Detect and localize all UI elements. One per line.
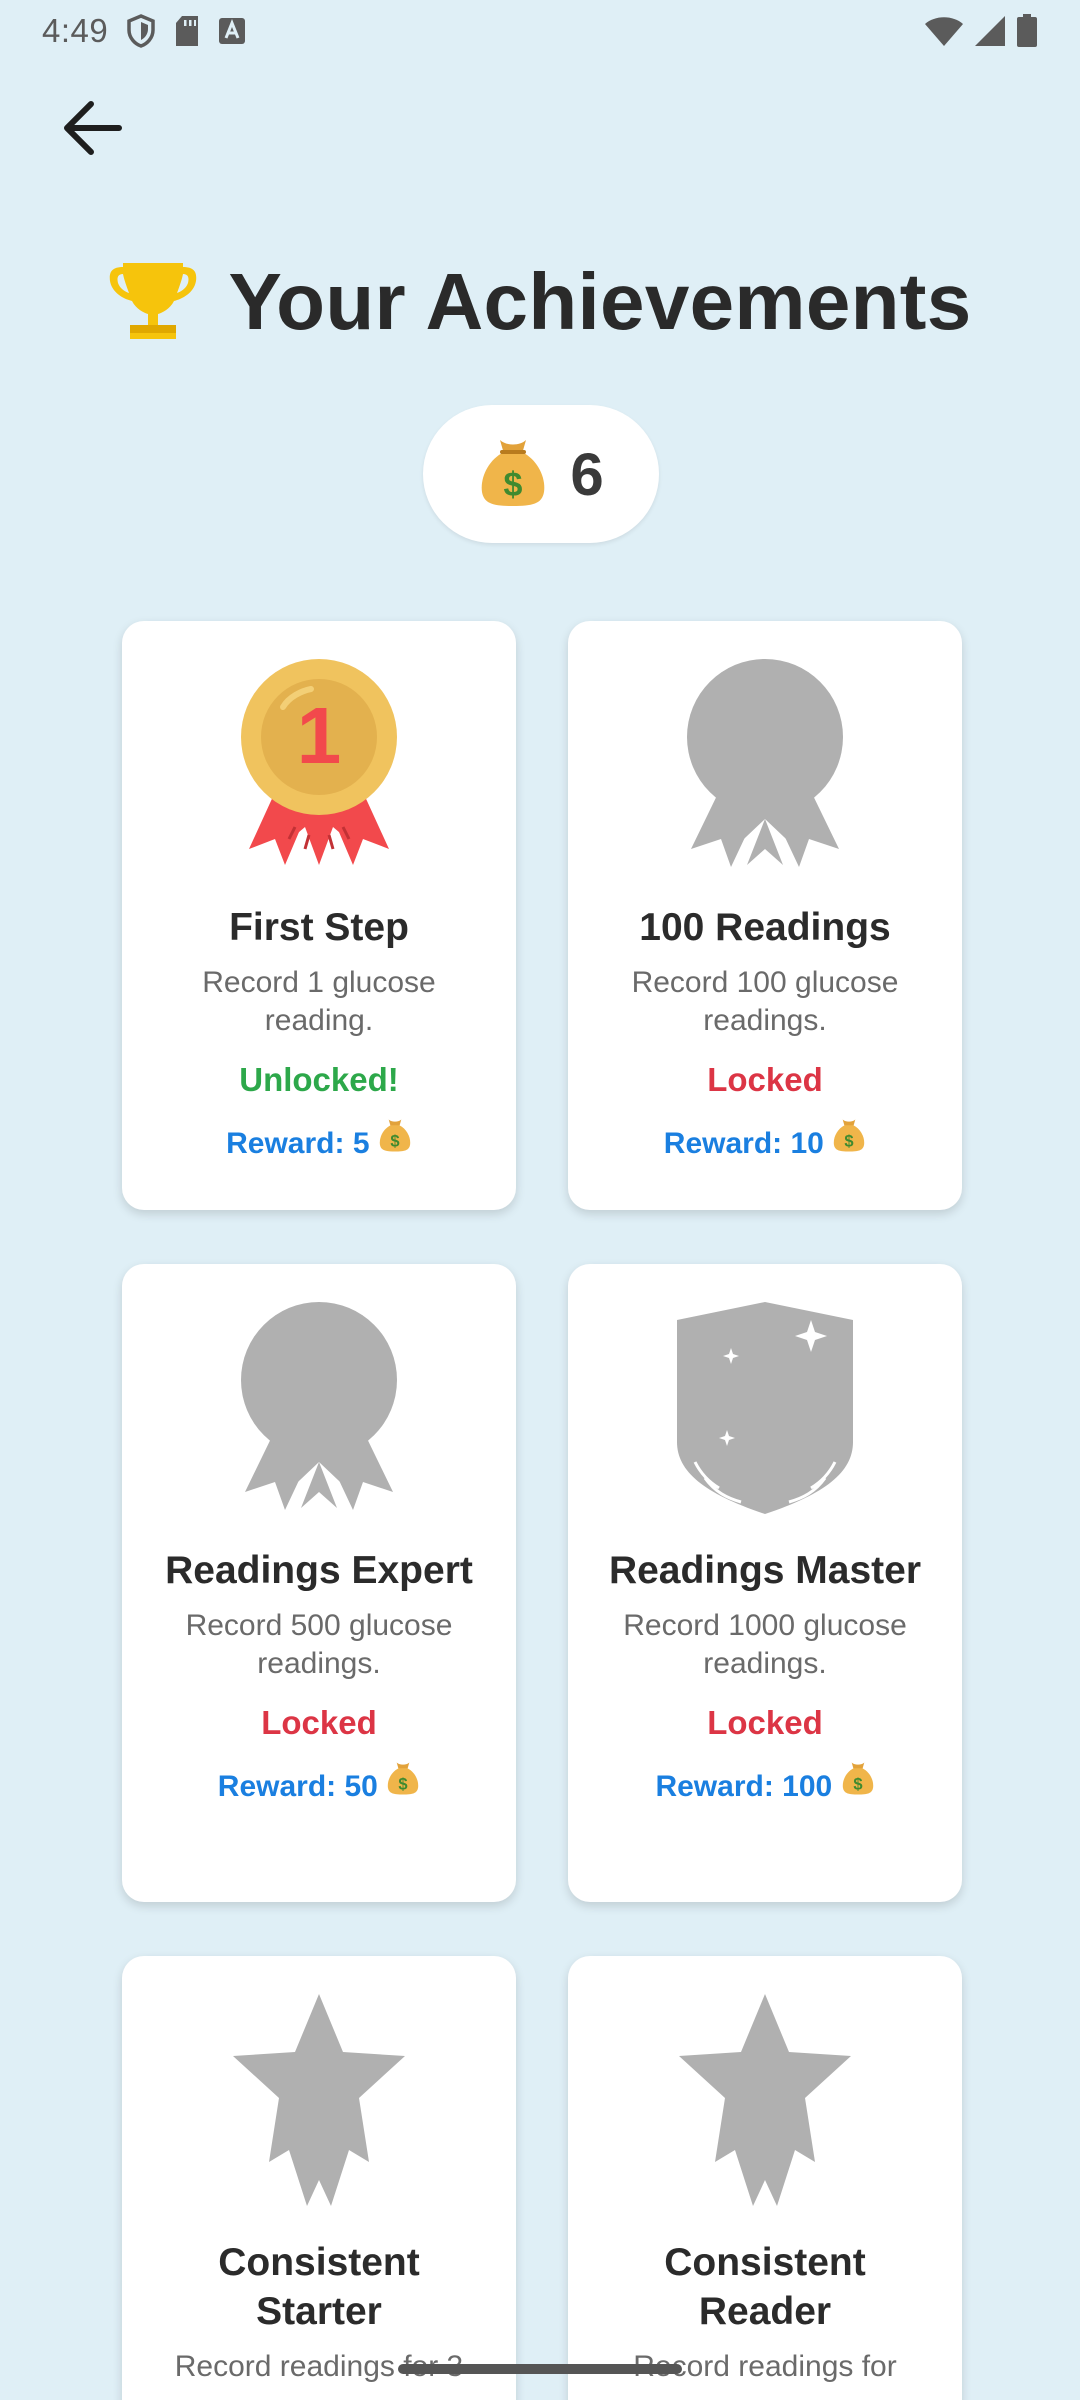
wifi-icon bbox=[924, 15, 964, 47]
reward-label: Reward: 50 bbox=[217, 1770, 378, 1803]
achievement-title: Readings Master bbox=[608, 1549, 922, 1592]
reward-label: Reward: 10 bbox=[663, 1127, 824, 1160]
arrow-left-icon bbox=[61, 100, 123, 161]
money-bag-icon: $ bbox=[478, 436, 548, 513]
achievements-screen: 4:49 Your Achievements $ 6 1 First Step … bbox=[0, 0, 1080, 2400]
achievement-title: Consistent Starter bbox=[218, 2241, 420, 2333]
trophy-icon bbox=[108, 257, 198, 348]
svg-text:$: $ bbox=[390, 1133, 399, 1151]
achievement-card-consistent-starter[interactable]: Consistent Starter Record readings for 3 bbox=[122, 1956, 516, 2400]
title-row: Your Achievements bbox=[0, 252, 1080, 352]
coin-count: 6 bbox=[570, 440, 604, 508]
home-indicator[interactable] bbox=[398, 2364, 682, 2374]
locked-medal-icon bbox=[219, 1302, 419, 1516]
achievement-description: Record 100 glucose readings. bbox=[631, 966, 899, 1037]
achievement-title: 100 Readings bbox=[639, 906, 891, 949]
keyboard-a-icon bbox=[218, 17, 246, 45]
reward-label: Reward: 5 bbox=[226, 1127, 370, 1160]
status-left: 4:49 bbox=[42, 12, 246, 50]
locked-star-icon bbox=[219, 1994, 419, 2208]
achievement-card-100-readings[interactable]: 100 Readings Record 100 glucose readings… bbox=[568, 621, 962, 1210]
achievement-reward: Reward: 50 $ bbox=[218, 1760, 420, 1807]
achievement-status: Locked bbox=[261, 1704, 377, 1741]
svg-text:$: $ bbox=[845, 1133, 854, 1151]
status-right bbox=[924, 14, 1038, 48]
money-bag-icon: $ bbox=[832, 1119, 866, 1160]
svg-text:1: 1 bbox=[297, 691, 342, 780]
svg-text:$: $ bbox=[853, 1776, 862, 1794]
achievement-card-first-step[interactable]: 1 First Step Record 1 glucose reading. U… bbox=[122, 621, 516, 1210]
page-title: Your Achievements bbox=[228, 257, 972, 346]
achievement-card-consistent-reader[interactable]: Consistent Reader Record readings for bbox=[568, 1956, 962, 2400]
svg-text:$: $ bbox=[504, 466, 523, 504]
back-button[interactable] bbox=[52, 92, 132, 168]
money-bag-icon: $ bbox=[378, 1119, 412, 1160]
achievement-status: Unlocked! bbox=[239, 1061, 399, 1098]
status-bar: 4:49 bbox=[0, 0, 1080, 62]
signal-icon bbox=[974, 15, 1006, 47]
battery-icon bbox=[1016, 14, 1038, 48]
achievement-description: Record 1 glucose reading. bbox=[202, 966, 436, 1037]
achievement-description: Record 1000 glucose readings. bbox=[623, 1609, 907, 1680]
achievement-card-readings-expert[interactable]: Readings Expert Record 500 glucose readi… bbox=[122, 1264, 516, 1902]
status-time: 4:49 bbox=[42, 12, 109, 49]
sd-card-icon bbox=[174, 15, 200, 47]
achievement-status: Locked bbox=[707, 1061, 823, 1098]
reward-label: Reward: 100 bbox=[655, 1770, 833, 1803]
locked-shield-icon bbox=[665, 1302, 865, 1516]
achievement-title: Consistent Reader bbox=[664, 2241, 866, 2333]
achievement-reward: Reward: 10 $ bbox=[664, 1117, 866, 1164]
shield-icon bbox=[126, 14, 156, 48]
locked-star-icon bbox=[665, 1994, 865, 2208]
svg-text:$: $ bbox=[399, 1776, 408, 1794]
locked-medal-icon bbox=[665, 659, 865, 873]
achievement-description: Record 500 glucose readings. bbox=[185, 1609, 453, 1680]
achievement-reward: Reward: 100 $ bbox=[655, 1760, 874, 1807]
money-bag-icon: $ bbox=[386, 1762, 420, 1803]
achievement-reward: Reward: 5 $ bbox=[226, 1117, 412, 1164]
achievement-card-readings-master[interactable]: Readings Master Record 1000 glucose read… bbox=[568, 1264, 962, 1902]
gold-medal-icon: 1 bbox=[219, 659, 419, 873]
money-bag-icon: $ bbox=[841, 1762, 875, 1803]
achievement-title: Readings Expert bbox=[165, 1549, 473, 1592]
achievement-title: First Step bbox=[229, 906, 409, 949]
achievement-status: Locked bbox=[707, 1704, 823, 1741]
coin-balance: $ 6 bbox=[423, 405, 659, 543]
